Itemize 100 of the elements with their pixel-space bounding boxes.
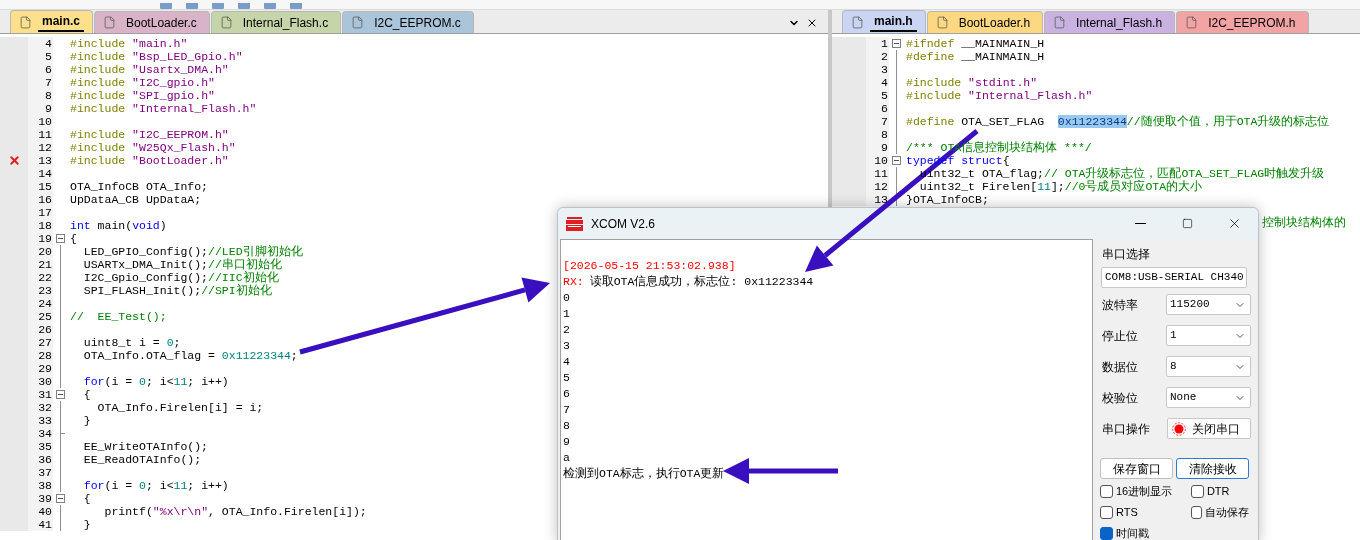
dropdown[interactable]: None (1166, 387, 1251, 408)
file-tab[interactable]: BootLoader.h (926, 11, 1044, 33)
code-line: #include "SPI_gpio.h" (69, 89, 215, 102)
checkbox[interactable] (1190, 505, 1202, 519)
line-number: 40 (28, 505, 53, 518)
code-line: printf("%x\r\n", OTA_Info.Firelen[i]); (103, 505, 367, 518)
line-number: 4 (28, 37, 53, 50)
document-icon (103, 16, 116, 29)
code-line: OTA_Info.Firelen[i] = i; (96, 401, 264, 414)
dropdown[interactable]: COM8:USB-SERIAL CH340 (1101, 267, 1247, 288)
line-number: 32 (28, 401, 53, 414)
code-line: #include "BootLoader.h" (69, 154, 229, 167)
checkbox-label: DTR (1206, 483, 1230, 499)
line-number: 29 (28, 362, 53, 375)
line-number: 6 (28, 63, 53, 76)
code-line: #include "Internal_Flash.h" (905, 89, 1093, 102)
logo-icon (566, 216, 583, 231)
code-line: #include "stdint.h" (905, 76, 1038, 89)
received-text: 5 (563, 370, 570, 386)
line-number: 4 (866, 76, 889, 89)
collapse-icon[interactable] (55, 390, 65, 399)
code-line: #ifndef __MAINMAIN_H (905, 37, 1045, 50)
received-text: 9 (563, 434, 570, 450)
line-number: 12 (866, 180, 889, 193)
timestamp-text: [2026-05-15 21:53:02.938] (563, 258, 736, 274)
document-icon (219, 16, 233, 29)
line-number: 21 (28, 258, 53, 271)
line-number: 8 (866, 128, 889, 141)
code-line: } (82, 414, 91, 427)
dropdown[interactable]: 115200 (1166, 294, 1251, 315)
dropdown[interactable]: 1 (1166, 325, 1251, 346)
window-title: XCOM V2.6 (591, 215, 656, 233)
line-number: 7 (866, 115, 889, 128)
document-icon (1053, 16, 1067, 29)
checkbox-label: RTS (1116, 504, 1138, 520)
code-line: #include "I2C_gpio.h" (69, 76, 215, 89)
collapse-icon[interactable] (55, 494, 65, 503)
document-icon (351, 16, 365, 29)
line-number: 13 (866, 193, 889, 206)
gutter-margin (832, 37, 866, 50)
file-tab[interactable]: BootLoader.c (94, 11, 210, 33)
document-icon (935, 16, 949, 29)
setting-label: 校验位 (1102, 389, 1138, 407)
code-line: int main(void) (69, 219, 167, 232)
checkbox[interactable] (1100, 505, 1113, 519)
collapse-icon[interactable] (55, 234, 65, 243)
code-line: #include "Usartx_DMA.h" (69, 63, 229, 76)
file-tab[interactable]: main.h (842, 10, 926, 33)
code-line: { (69, 232, 77, 245)
line-number: 31 (28, 388, 53, 401)
line-number: 10 (28, 115, 53, 128)
code-line: #define OTA_SET_FLAG 0x11223344//随便取个值，用于OTA升级的标志位 (905, 115, 1330, 128)
line-number: 33 (28, 414, 53, 427)
code-line: for(i = 0; i<11; i++) (82, 375, 229, 388)
maximize-icon (1182, 218, 1193, 229)
code-line: uint8_t i = 0; (82, 336, 181, 349)
line-number: 1 (866, 37, 889, 50)
line-number: 10 (866, 154, 889, 167)
file-tab[interactable]: I2C_EEPROM.h (1176, 11, 1309, 33)
dropdown[interactable]: 8 (1166, 356, 1251, 377)
close-icon[interactable] (806, 17, 818, 29)
collapse-icon[interactable] (891, 39, 901, 48)
code-line: EE_ReadOTAInfo(); (82, 453, 202, 466)
received-text: 读取OTA信息成功，标志位: 0x11223344 (589, 274, 814, 290)
received-text: 8 (563, 418, 570, 434)
close-port-button[interactable]: 关闭串口 (1167, 418, 1251, 439)
code-line: #include "Internal_Flash.h" (69, 102, 257, 115)
code-line: #include "W25Qx_Flash.h" (69, 141, 236, 154)
line-number: 41 (28, 518, 53, 531)
led-icon (1172, 421, 1186, 436)
code-line: #include "main.h" (69, 37, 188, 50)
received-text: 4 (563, 354, 570, 370)
file-tab[interactable]: Internal_Flash.h (1044, 11, 1176, 33)
setting-label: 停止位 (1102, 327, 1138, 345)
line-number: 28 (28, 349, 53, 362)
code-line: 控制块结构体的 (1262, 216, 1346, 229)
setting-label: 波特率 (1102, 296, 1138, 314)
code-line: I2C_Gpio_Config();//IIC初始化 (82, 271, 279, 284)
received-text: 检测到OTA标志，执行OTA更新 (563, 466, 725, 482)
checkbox[interactable] (1100, 526, 1113, 540)
file-tab[interactable]: I2C_EEPROM.c (342, 11, 474, 33)
document-icon (19, 15, 32, 29)
line-number: 14 (28, 167, 53, 180)
received-text: 6 (563, 386, 570, 402)
checkbox-label: 16进制显示 (1116, 483, 1173, 499)
checkbox[interactable] (1100, 484, 1113, 498)
code-line: { (82, 388, 91, 401)
received-text: 0 (563, 290, 570, 306)
line-number: 3 (866, 63, 889, 76)
document-icon (1185, 16, 1199, 29)
file-tab[interactable]: main.c (10, 10, 93, 33)
received-text: 7 (563, 402, 570, 418)
line-number: 5 (28, 50, 53, 63)
collapse-icon[interactable] (891, 156, 901, 165)
checkbox[interactable] (1190, 484, 1204, 498)
line-number: 5 (866, 89, 889, 102)
file-tab[interactable]: Internal_Flash.c (210, 11, 342, 33)
action-button[interactable]: 清除接收 (1176, 458, 1249, 479)
action-button[interactable]: 保存窗口 (1100, 458, 1173, 479)
line-number: 9 (28, 102, 53, 115)
